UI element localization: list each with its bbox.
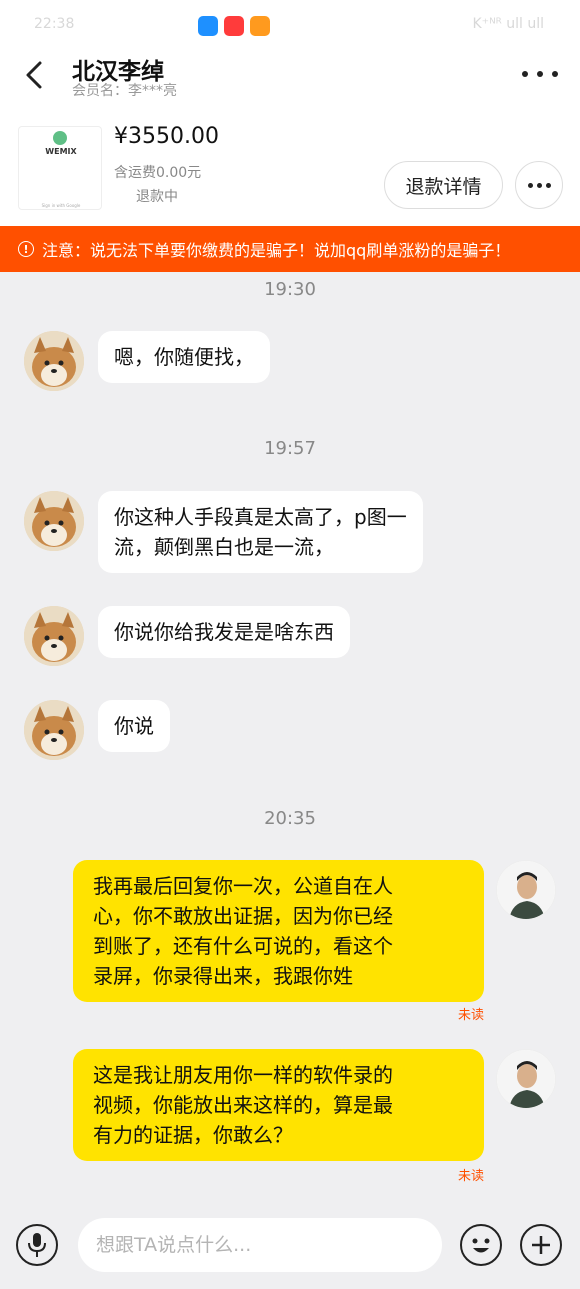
signal-indicator: K⁺ᴺᴿ ull ull xyxy=(472,16,545,32)
unread-status: 未读 xyxy=(457,1008,484,1023)
shiba-dog-avatar-icon xyxy=(24,700,84,760)
smiley-icon xyxy=(472,1238,490,1253)
received-message[interactable]: 你这种人手段真是太高了，p图一 流，颠倒黑白也是一流， xyxy=(98,491,423,573)
status-bar: 22:38 K⁺ᴺᴿ ull ull xyxy=(0,0,580,52)
received-message[interactable]: 你说你给我发是是啥东西 xyxy=(98,606,350,658)
message-text-line: 心，你不敢放出证据，因为你已经 xyxy=(93,904,393,928)
voice-input-button[interactable] xyxy=(16,1224,58,1266)
message-text-line: 录屏，你录得出来，我跟你姓 xyxy=(93,964,353,988)
message-text-line: 这是我让朋友用你一样的软件录的 xyxy=(93,1063,393,1087)
message-text-line: 有力的证据，你敢么？ xyxy=(93,1123,293,1147)
timestamp: 19:57 xyxy=(264,438,316,459)
refund-status: 退款中 xyxy=(136,189,178,205)
shipping-fee: 含运费0.00元 xyxy=(114,165,202,181)
message-text: 你说你给我发是是啥东西 xyxy=(114,620,334,644)
status-time: 22:38 xyxy=(34,16,75,32)
thumbnail-logo-text: WEMIX xyxy=(45,147,77,156)
contact-avatar[interactable] xyxy=(24,331,84,391)
warning-banner: ! 注意：说无法下单要你缴费的是骗子！说加qq刷单涨粉的是骗子！ xyxy=(0,226,580,272)
microphone-icon xyxy=(28,1233,46,1257)
composer-bar xyxy=(0,1204,580,1289)
product-thumbnail[interactable]: WEMIX Sign in with Google xyxy=(18,126,102,210)
sent-message[interactable]: 这是我让朋友用你一样的软件录的 视频，你能放出来这样的，算是最 有力的证据，你敢… xyxy=(73,1049,484,1161)
message-text-line: 到账了，还有什么可说的，看这个 xyxy=(93,934,393,958)
message-text: 你说 xyxy=(114,714,154,738)
timestamp: 19:30 xyxy=(264,279,316,300)
wemix-logo-icon xyxy=(53,131,67,145)
add-attachment-button[interactable] xyxy=(520,1224,562,1266)
order-more-button[interactable] xyxy=(515,161,563,209)
sent-message[interactable]: 我再最后回复你一次，公道自在人 心，你不敢放出证据，因为你已经 到账了，还有什么… xyxy=(73,860,484,1002)
chat-header: 北汉李绰 会员名：李***亮 xyxy=(0,52,580,102)
thumbnail-caption: Sign in with Google xyxy=(41,203,81,208)
message-input[interactable] xyxy=(78,1218,442,1272)
shiba-dog-avatar-icon xyxy=(24,606,84,666)
app-notification-icon xyxy=(250,16,270,36)
order-card[interactable]: WEMIX Sign in with Google ¥3550.00 含运费0.… xyxy=(0,102,580,226)
person-photo-avatar-icon xyxy=(497,861,555,919)
more-options-icon[interactable] xyxy=(522,62,558,86)
contact-avatar[interactable] xyxy=(24,606,84,666)
user-avatar[interactable] xyxy=(496,860,556,920)
message-text-line: 我再最后回复你一次，公道自在人 xyxy=(93,874,393,898)
message-text-line: 视频，你能放出来这样的，算是最 xyxy=(93,1093,393,1117)
app-notification-icon xyxy=(198,16,218,36)
back-arrow-icon[interactable] xyxy=(22,60,48,90)
emoji-button[interactable] xyxy=(460,1224,502,1266)
unread-status: 未读 xyxy=(457,1169,484,1184)
received-message[interactable]: 你说 xyxy=(98,700,170,752)
user-avatar[interactable] xyxy=(496,1049,556,1109)
contact-avatar[interactable] xyxy=(24,700,84,760)
received-message[interactable]: 嗯，你随便找， xyxy=(98,331,270,383)
refund-details-button[interactable]: 退款详情 xyxy=(384,161,503,209)
message-text-line: 流，颠倒黑白也是一流， xyxy=(114,535,334,559)
person-photo-avatar-icon xyxy=(497,1050,555,1108)
warning-text: 注意：说无法下单要你缴费的是骗子！说加qq刷单涨粉的是骗子！ xyxy=(42,241,511,260)
message-text-line: 你这种人手段真是太高了，p图一 xyxy=(114,505,407,529)
shiba-dog-avatar-icon xyxy=(24,491,84,551)
app-notification-icon xyxy=(224,16,244,36)
warning-icon: ! xyxy=(18,241,34,257)
contact-avatar[interactable] xyxy=(24,491,84,551)
shiba-dog-avatar-icon xyxy=(24,331,84,391)
message-text: 嗯，你随便找， xyxy=(114,345,254,369)
timestamp: 20:35 xyxy=(264,808,316,829)
order-price: ¥3550.00 xyxy=(114,124,219,149)
plus-icon xyxy=(532,1236,550,1254)
member-name: 会员名：李***亮 xyxy=(72,83,177,99)
